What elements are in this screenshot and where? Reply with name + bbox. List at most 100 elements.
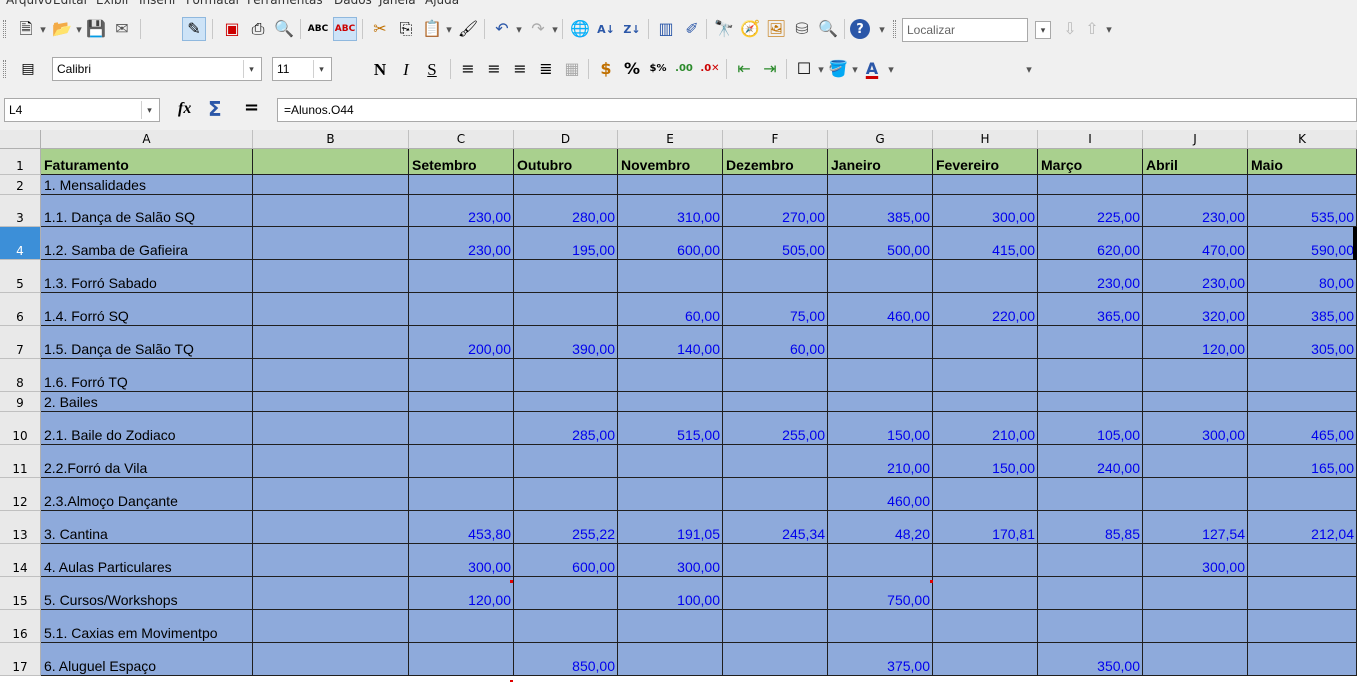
value-cell[interactable]	[409, 478, 514, 511]
toolbar-overflow-icon[interactable]: ▾	[877, 17, 887, 41]
empty-cell[interactable]	[253, 412, 409, 445]
value-cell[interactable]: 230,00	[1143, 195, 1248, 227]
borders-icon[interactable]: ☐	[792, 57, 816, 81]
value-cell[interactable]: 210,00	[933, 412, 1038, 445]
value-cell[interactable]	[1038, 610, 1143, 643]
value-cell[interactable]	[409, 643, 514, 676]
value-cell[interactable]	[514, 445, 618, 478]
column-header-b[interactable]: B	[253, 130, 409, 149]
draw-functions-icon[interactable]: ✐	[680, 17, 704, 41]
value-cell[interactable]	[514, 260, 618, 293]
undo-icon[interactable]: ↶	[490, 17, 514, 41]
value-cell[interactable]	[1143, 577, 1248, 610]
value-cell[interactable]	[1143, 175, 1248, 195]
value-cell[interactable]: 465,00	[1248, 412, 1357, 445]
month-header-cell[interactable]: Abril	[1143, 149, 1248, 175]
percent-format-icon[interactable]: %	[620, 57, 644, 81]
value-cell[interactable]	[723, 478, 828, 511]
value-cell[interactable]: 200,00	[409, 326, 514, 359]
add-decimal-icon[interactable]: .00	[672, 57, 696, 81]
value-cell[interactable]	[1143, 610, 1248, 643]
value-cell[interactable]: 212,04	[1248, 511, 1357, 544]
value-cell[interactable]	[1248, 577, 1357, 610]
value-cell[interactable]: 535,00	[1248, 195, 1357, 227]
value-cell[interactable]: 300,00	[618, 544, 723, 577]
menu-item-inserir[interactable]: Inserir	[139, 0, 177, 7]
value-cell[interactable]	[723, 577, 828, 610]
value-cell[interactable]	[514, 392, 618, 412]
value-cell[interactable]: 170,81	[933, 511, 1038, 544]
empty-cell[interactable]	[253, 195, 409, 227]
value-cell[interactable]: 140,00	[618, 326, 723, 359]
value-cell[interactable]: 375,00	[828, 643, 933, 676]
bold-icon[interactable]: N	[368, 57, 392, 81]
value-cell[interactable]	[514, 610, 618, 643]
value-cell[interactable]	[618, 610, 723, 643]
value-cell[interactable]: 220,00	[933, 293, 1038, 326]
name-box[interactable]: L4 ▾	[4, 98, 160, 122]
empty-cell[interactable]	[253, 260, 409, 293]
value-cell[interactable]: 285,00	[514, 412, 618, 445]
row-label-cell[interactable]: 4. Aulas Particulares	[41, 544, 253, 577]
background-color-icon[interactable]: 🪣	[826, 57, 850, 81]
value-cell[interactable]	[723, 544, 828, 577]
value-cell[interactable]	[618, 445, 723, 478]
delete-decimal-icon[interactable]: .0✕	[698, 57, 722, 81]
empty-cell[interactable]	[253, 544, 409, 577]
toolbar-grip[interactable]	[3, 60, 6, 78]
value-cell[interactable]	[409, 359, 514, 392]
chevron-down-icon[interactable]: ▾	[38, 17, 48, 41]
value-cell[interactable]	[828, 359, 933, 392]
month-header-cell[interactable]: Novembro	[618, 149, 723, 175]
chevron-down-icon[interactable]: ▾	[550, 17, 560, 41]
value-cell[interactable]	[723, 610, 828, 643]
value-cell[interactable]	[1038, 359, 1143, 392]
menu-item-exibir[interactable]: Exibir	[96, 0, 130, 7]
value-cell[interactable]	[618, 260, 723, 293]
column-header-k[interactable]: K	[1248, 130, 1357, 149]
value-cell[interactable]	[409, 392, 514, 412]
month-header-cell[interactable]: Faturamento	[41, 149, 253, 175]
underline-icon[interactable]: S	[420, 57, 444, 81]
italic-icon[interactable]: I	[394, 57, 418, 81]
row-header[interactable]: 16	[0, 610, 41, 643]
value-cell[interactable]: 390,00	[514, 326, 618, 359]
value-cell[interactable]	[828, 326, 933, 359]
find-previous-icon[interactable]: ⇧	[1080, 17, 1104, 41]
value-cell[interactable]	[409, 610, 514, 643]
value-cell[interactable]: 280,00	[514, 195, 618, 227]
cut-icon[interactable]: ✂	[368, 17, 392, 41]
value-cell[interactable]: 310,00	[618, 195, 723, 227]
value-cell[interactable]	[514, 577, 618, 610]
value-cell[interactable]	[409, 175, 514, 195]
value-cell[interactable]: 191,05	[618, 511, 723, 544]
value-cell[interactable]: 850,00	[514, 643, 618, 676]
value-cell[interactable]	[1038, 326, 1143, 359]
row-header[interactable]: 15	[0, 577, 41, 610]
value-cell[interactable]: 75,00	[723, 293, 828, 326]
empty-cell[interactable]	[253, 175, 409, 195]
chevron-down-icon[interactable]: ▾	[850, 57, 860, 81]
value-cell[interactable]	[723, 260, 828, 293]
empty-cell[interactable]	[253, 445, 409, 478]
value-cell[interactable]	[1248, 610, 1357, 643]
value-cell[interactable]	[933, 478, 1038, 511]
value-cell[interactable]	[1248, 544, 1357, 577]
value-cell[interactable]: 255,00	[723, 412, 828, 445]
value-cell[interactable]	[828, 175, 933, 195]
spreadsheet-grid[interactable]: A B C D E F G H I J K 1 Faturamento Setembro Outubro No…	[0, 130, 1357, 682]
spelling-icon[interactable]: ABC	[306, 17, 330, 41]
value-cell[interactable]	[933, 260, 1038, 293]
value-cell[interactable]	[1143, 359, 1248, 392]
column-header-c[interactable]: C	[409, 130, 514, 149]
value-cell[interactable]	[1143, 478, 1248, 511]
value-cell[interactable]: 750,00	[828, 577, 933, 610]
value-cell[interactable]: 600,00	[618, 227, 723, 260]
font-size-box[interactable]: 11 ▾	[272, 57, 332, 81]
value-cell[interactable]: 195,00	[514, 227, 618, 260]
value-cell[interactable]: 300,00	[1143, 544, 1248, 577]
currency-format-icon[interactable]: $	[594, 57, 618, 81]
value-cell[interactable]	[723, 445, 828, 478]
value-cell[interactable]: 100,00	[618, 577, 723, 610]
value-cell[interactable]: 85,85	[1038, 511, 1143, 544]
